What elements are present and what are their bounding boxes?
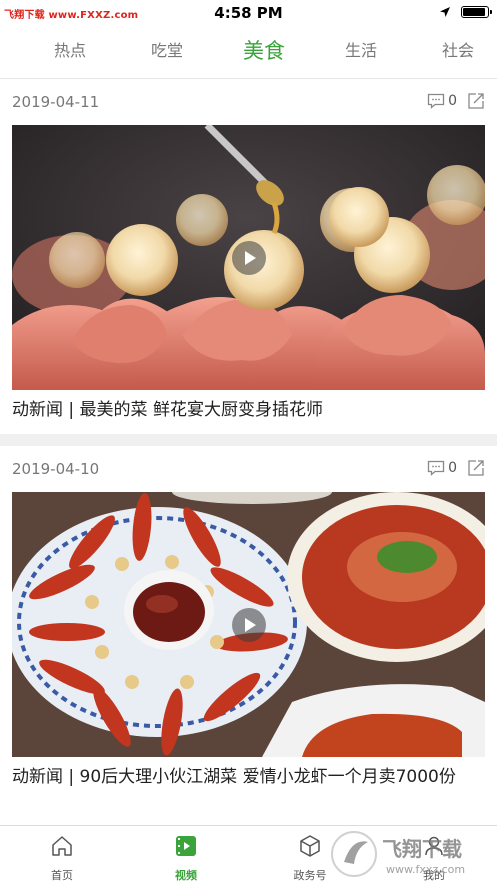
tab-life[interactable]: 生活 (326, 24, 396, 78)
watermark-logo: 飞翔下载 www.fxxz.com (331, 831, 465, 877)
comment-icon[interactable] (427, 460, 445, 476)
video-icon (176, 836, 196, 856)
card-title[interactable]: 动新闻 | 最美的菜 鲜花宴大厨变身插花师 (12, 397, 482, 423)
battery-icon (461, 6, 492, 18)
comment-count: 0 (448, 460, 457, 476)
status-time: 4:58 PM (214, 4, 283, 22)
comment-icon[interactable] (427, 93, 445, 109)
nav-video-label: 视频 (175, 869, 197, 882)
play-icon[interactable] (231, 240, 266, 275)
category-tabs: 热点 吃堂 美食 生活 社会 (0, 24, 497, 79)
watermark-logo-text: 飞翔下载 (382, 837, 462, 861)
home-icon (52, 836, 72, 856)
status-bar: 飞翔下载 www.FXXZ.com 4:58 PM (0, 0, 497, 24)
card-date: 2019-04-11 (12, 93, 100, 111)
watermark-logo-url: www.fxxz.com (386, 863, 465, 876)
tab-hot[interactable]: 热点 (35, 24, 105, 78)
card-title[interactable]: 动新闻 | 90后大理小伙江湖菜 爱情小龙虾一个月卖7000份 (12, 764, 482, 790)
nav-home-label: 首页 (51, 869, 73, 882)
news-card[interactable]: 2019-04-10 0 动新闻 | 90后大理小伙江湖菜 爱情小龙虾一个月卖7… (0, 446, 497, 825)
battery-level (463, 8, 485, 16)
play-icon[interactable] (231, 607, 266, 642)
share-icon[interactable] (467, 459, 485, 477)
share-icon[interactable] (467, 92, 485, 110)
cube-icon (300, 835, 320, 857)
section-divider (0, 434, 497, 446)
video-thumbnail[interactable] (12, 492, 485, 757)
tab-canteen[interactable]: 吃堂 (132, 24, 202, 78)
tab-society[interactable]: 社会 (423, 24, 493, 78)
video-thumbnail[interactable] (12, 125, 485, 390)
tab-food[interactable]: 美食 (229, 24, 299, 78)
news-card[interactable]: 2019-04-11 0 动新闻 | 最美的菜 鲜花宴大厨变身插花师 (0, 79, 497, 434)
nav-video[interactable]: 视频 (146, 826, 226, 884)
location-arrow-icon (440, 7, 450, 17)
card-date: 2019-04-10 (12, 460, 100, 478)
nav-home[interactable]: 首页 (22, 826, 102, 884)
comment-count: 0 (448, 93, 457, 109)
